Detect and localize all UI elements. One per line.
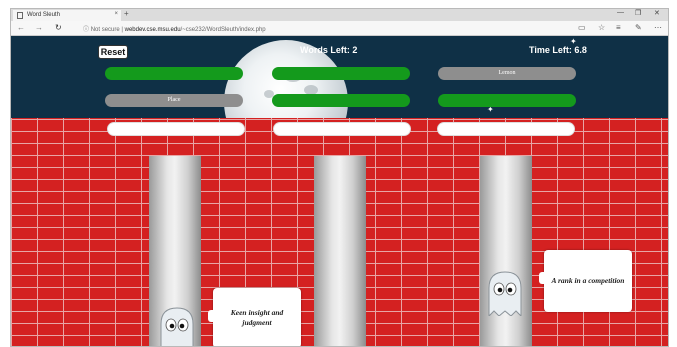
- word-slot-6[interactable]: [438, 94, 576, 107]
- back-icon[interactable]: ←: [17, 23, 25, 32]
- new-tab-button[interactable]: +: [124, 9, 129, 18]
- clue-card: Keen insight and judgment: [208, 288, 301, 346]
- more-menu-icon[interactable]: ⋯: [654, 23, 662, 32]
- browser-tab[interactable]: Word Sleuth ×: [13, 10, 121, 21]
- favorite-star-icon[interactable]: ☆: [598, 23, 605, 32]
- reload-icon[interactable]: ↻: [55, 23, 62, 32]
- security-label: Not secure: [90, 27, 120, 33]
- clue-card: A rank in a competition: [539, 250, 632, 312]
- pillar-2: [314, 156, 366, 346]
- word-slot-4[interactable]: Place: [105, 94, 243, 107]
- favorites-hub-icon[interactable]: ≡: [616, 23, 621, 32]
- answer-input-1[interactable]: [107, 122, 245, 136]
- restore-icon[interactable]: ❐: [635, 9, 641, 17]
- reset-button[interactable]: Reset: [98, 45, 128, 59]
- pillar-3: [480, 156, 532, 346]
- star-icon: ✦: [487, 105, 494, 114]
- answer-input-2[interactable]: [273, 122, 411, 136]
- reading-view-icon[interactable]: ▭: [578, 23, 586, 32]
- words-left-counter: Words Left: 2: [300, 45, 358, 55]
- time-left-counter: Time Left: 6.8: [529, 45, 587, 55]
- browser-window: Word Sleuth × + — ❐ ✕ ← → ↻ ⓘ Not secure…: [10, 8, 669, 347]
- ghost-icon[interactable]: [157, 306, 197, 347]
- word-slot-2[interactable]: [272, 67, 410, 80]
- forward-icon[interactable]: →: [35, 23, 43, 32]
- address-bar: ← → ↻ ⓘ Not secure | webdev.cse.msu.edu/…: [11, 21, 668, 36]
- page-icon: [17, 12, 23, 19]
- word-slot-1[interactable]: [105, 67, 243, 80]
- url-host: webdev.cse.msu.edu: [124, 27, 181, 33]
- minimize-icon[interactable]: —: [617, 9, 624, 16]
- word-slot-5[interactable]: [272, 94, 410, 107]
- notes-icon[interactable]: ✎: [635, 23, 642, 32]
- info-icon: ⓘ: [83, 27, 90, 33]
- answer-input-3[interactable]: [437, 122, 575, 136]
- game-canvas: ✦ ✦ Reset Words Left: 2 Time Left: 6.8 L…: [11, 36, 668, 347]
- url-field[interactable]: ⓘ Not secure | webdev.cse.msu.edu/~cse23…: [83, 24, 266, 33]
- close-tab-icon[interactable]: ×: [114, 11, 118, 17]
- word-slot-3[interactable]: Lemon: [438, 67, 576, 80]
- url-path: /~cse232/WordSleuth/index.php: [180, 27, 266, 33]
- tab-bar: Word Sleuth × + — ❐ ✕: [11, 9, 668, 21]
- ghost-icon[interactable]: [485, 270, 525, 316]
- window-close-icon[interactable]: ✕: [654, 9, 660, 17]
- tab-title: Word Sleuth: [27, 12, 60, 18]
